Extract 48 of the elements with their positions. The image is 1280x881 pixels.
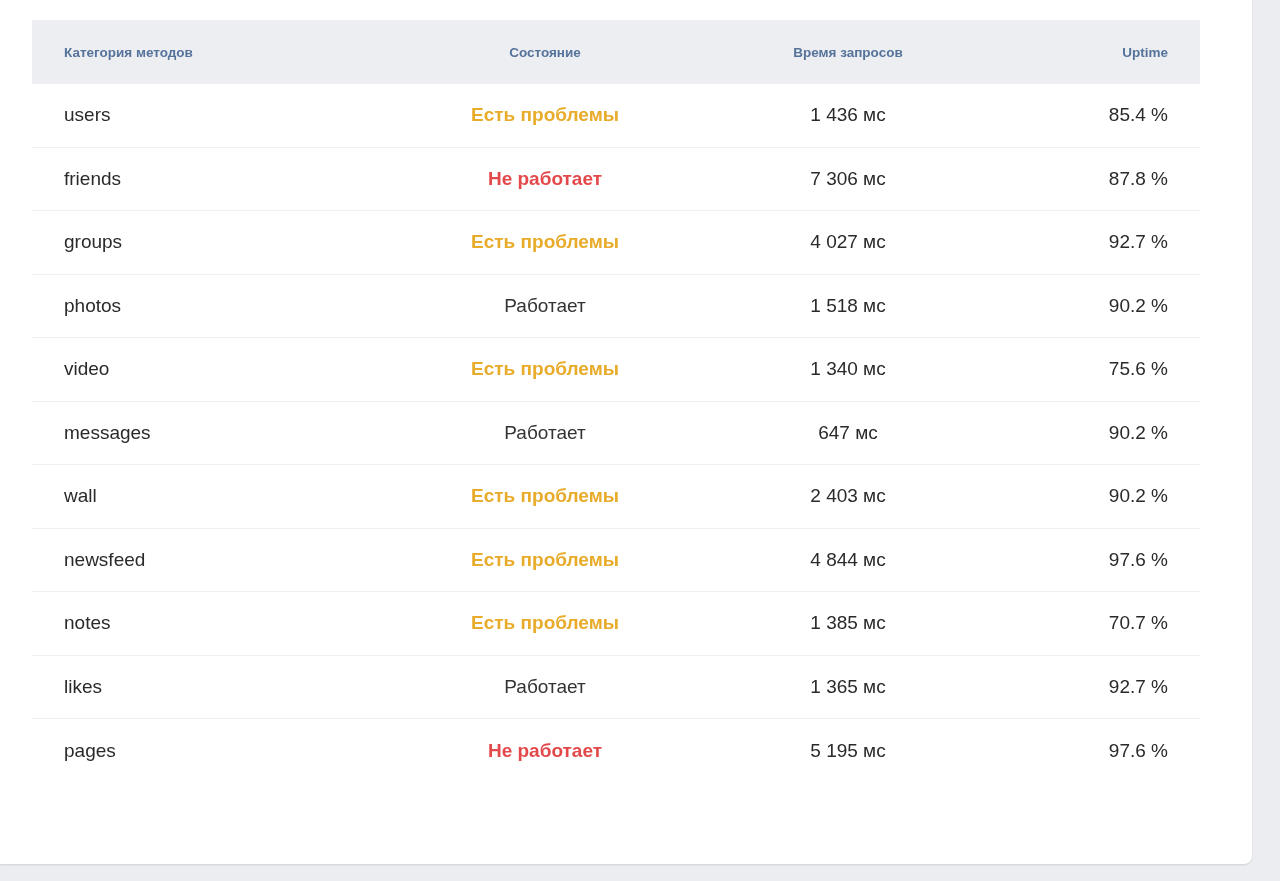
category-cell-text: photos: [63, 294, 122, 317]
uptime-cell-text: 92.7 %: [1108, 231, 1169, 254]
uptime-cell-text: 85.4 %: [1108, 104, 1169, 127]
category-cell-text: video: [63, 358, 110, 381]
column-header: Uptime: [1122, 44, 1169, 60]
status-cell: Не работает: [487, 739, 603, 762]
uptime-cell-text: 87.8 %: [1108, 167, 1169, 190]
status-cell: Есть проблемы: [471, 358, 619, 381]
uptime-cell-text: 97.6 %: [1108, 548, 1169, 571]
status-cell: Работает: [504, 675, 586, 698]
uptime-cell-text: 75.6 %: [1108, 358, 1169, 381]
uptime-cell-text: 90.2 %: [1108, 294, 1169, 317]
category-cell-text: notes: [63, 612, 111, 635]
category-cell-text: messages: [63, 421, 151, 444]
category-cell-text: friends: [63, 167, 122, 190]
column-header: Время запросов: [793, 44, 903, 60]
time-cell: 2 403 мс: [810, 485, 886, 508]
status-cell: Есть проблемы: [471, 548, 619, 571]
category-cell-text: users: [63, 104, 111, 127]
category-cell-text: newsfeed: [63, 548, 146, 571]
time-cell: 7 306 мс: [810, 167, 886, 190]
time-cell: 647 мс: [818, 421, 878, 444]
uptime-cell-text: 92.7 %: [1108, 675, 1169, 698]
time-cell: 1 518 мс: [810, 294, 886, 317]
time-cell: 1 340 мс: [810, 358, 886, 381]
category-cell-text: pages: [63, 739, 116, 762]
status-cell: Не работает: [487, 167, 603, 190]
category-cell-text: groups: [63, 231, 123, 254]
time-cell: 1 385 мс: [810, 612, 886, 635]
uptime-cell-text: 90.2 %: [1108, 485, 1169, 508]
time-cell: 5 195 мс: [810, 739, 886, 762]
status-cell: Есть проблемы: [471, 231, 619, 254]
status-cell: Работает: [504, 294, 586, 317]
status-cell: Работает: [504, 421, 586, 444]
status-cell: Есть проблемы: [471, 612, 619, 635]
category-cell-text: likes: [63, 675, 102, 698]
status-cell: Есть проблемы: [471, 104, 619, 127]
time-cell: 4 027 мс: [810, 231, 886, 254]
uptime-cell-text: 97.6 %: [1108, 739, 1169, 762]
category-cell-text: wall: [63, 485, 97, 508]
column-header: Категория методов: [63, 44, 193, 60]
uptime-cell-text: 90.2 %: [1108, 421, 1169, 444]
time-cell: 4 844 мс: [810, 548, 886, 571]
column-header: Состояние: [509, 44, 581, 60]
status-cell: Есть проблемы: [471, 485, 619, 508]
time-cell: 1 436 мс: [810, 104, 886, 127]
time-cell: 1 365 мс: [810, 675, 886, 698]
uptime-cell-text: 70.7 %: [1108, 612, 1169, 635]
